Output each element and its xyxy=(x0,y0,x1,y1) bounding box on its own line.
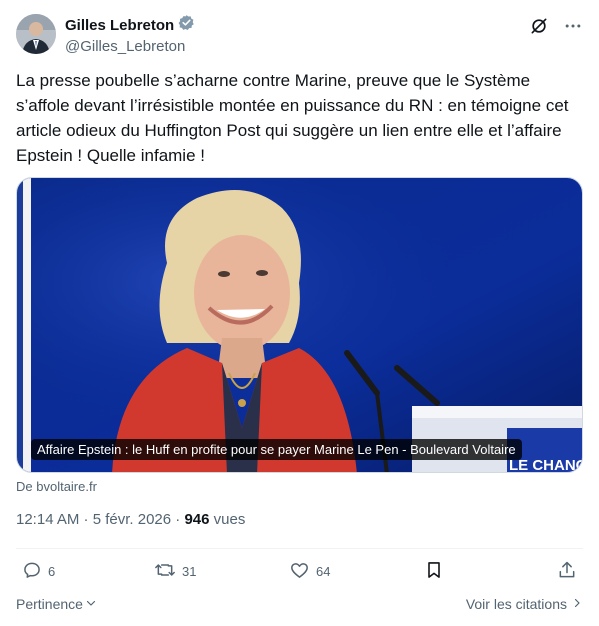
tweet-timestamp[interactable]: 12:14 AM · 5 févr. 2026 · xyxy=(16,511,184,528)
sort-relevance-button[interactable]: Pertinence xyxy=(16,596,97,612)
quotes-label: Voir les citations xyxy=(465,596,567,612)
more-icon[interactable] xyxy=(563,16,583,41)
share-button[interactable] xyxy=(557,560,577,583)
sort-label: Pertinence xyxy=(16,596,83,612)
view-quotes-link[interactable]: Voir les citations xyxy=(466,596,583,612)
verified-badge-icon xyxy=(178,14,195,36)
like-button[interactable]: 64 xyxy=(289,560,330,583)
views-label: vues xyxy=(209,511,246,528)
author-display-name[interactable]: Gilles Lebreton xyxy=(65,17,174,34)
share-icon xyxy=(557,560,577,583)
chevron-right-icon xyxy=(571,596,583,612)
divider xyxy=(16,548,583,549)
avatar-image xyxy=(16,14,56,54)
views-count: 946 xyxy=(184,511,210,528)
link-preview-card[interactable]: LE CHANGE Affaire Epstein : le Huff en p… xyxy=(16,177,583,473)
reply-icon xyxy=(22,560,42,583)
grok-icon[interactable] xyxy=(529,16,549,41)
header-actions xyxy=(529,16,583,41)
preview-image: LE CHANGE xyxy=(17,178,582,472)
repost-icon xyxy=(154,560,176,583)
chevron-down-icon xyxy=(85,596,97,612)
tweet-header: Gilles Lebreton @Gilles_Lebreton xyxy=(16,12,583,58)
link-source[interactable]: De bvoltaire.fr xyxy=(16,479,97,494)
repost-count: 31 xyxy=(182,564,197,579)
avatar[interactable] xyxy=(16,14,56,54)
repost-button[interactable]: 31 xyxy=(154,560,196,583)
author-block: Gilles Lebreton @Gilles_Lebreton xyxy=(65,14,195,55)
reply-button[interactable]: 6 xyxy=(22,560,55,583)
link-preview-caption: Affaire Epstein : le Huff en profite pou… xyxy=(31,439,522,460)
bookmark-button[interactable] xyxy=(424,560,444,583)
action-bar: 6 31 64 xyxy=(16,560,583,590)
reply-count: 6 xyxy=(48,564,56,579)
like-icon xyxy=(289,560,310,583)
bookmark-icon xyxy=(424,560,444,583)
tweet-text: La presse poubelle s’acharne contre Mari… xyxy=(16,71,569,165)
author-handle[interactable]: @Gilles_Lebreton xyxy=(65,38,195,55)
like-count: 64 xyxy=(316,564,331,579)
tweet-meta: 12:14 AM · 5 févr. 2026 · 946 vues xyxy=(16,511,245,528)
